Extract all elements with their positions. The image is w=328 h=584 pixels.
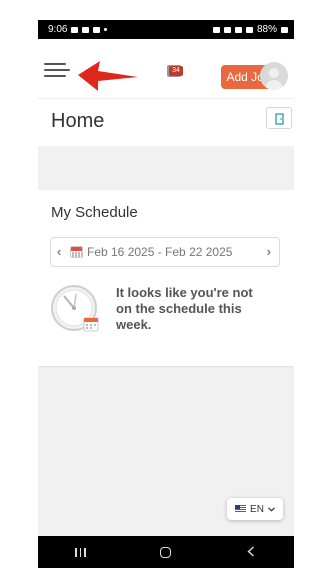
clock-calendar-icon — [51, 285, 99, 332]
phone-screen: 9:06 88% 34 Add Job Home My Schedule ‹ F… — [38, 20, 294, 568]
back-icon[interactable] — [236, 545, 266, 560]
notification-count-badge[interactable]: 34 — [169, 66, 183, 76]
user-avatar-icon[interactable] — [260, 62, 288, 90]
battery-percent: 88% — [256, 24, 277, 35]
week-range[interactable]: Feb 16 2025 - Feb 22 2025 — [87, 245, 232, 259]
status-left: 9:06 — [48, 24, 108, 35]
language-code: EN — [250, 503, 264, 515]
mute-icon — [223, 26, 231, 33]
empty-schedule-message: It looks like you're not on the schedule… — [116, 285, 253, 332]
red-arrow-annotation-icon — [78, 61, 138, 91]
battery-icon — [281, 26, 288, 33]
previous-week-button[interactable]: ‹ — [57, 244, 61, 259]
signal-icon — [245, 26, 253, 33]
recent-apps-icon[interactable] — [66, 547, 96, 557]
header-divider — [38, 98, 294, 99]
status-right: 88% — [212, 24, 288, 35]
page-title: Home — [51, 110, 105, 132]
home-icon — [160, 546, 172, 558]
wifi-icon — [234, 26, 242, 33]
page-header: Home — [38, 102, 294, 146]
chevron-down-icon — [268, 506, 275, 512]
more-notifications-icon — [104, 28, 108, 31]
exit-button[interactable] — [266, 107, 292, 129]
alarm-icon — [212, 26, 220, 33]
schedule-title: My Schedule — [51, 204, 138, 221]
exit-door-icon — [275, 113, 284, 125]
status-bar: 9:06 88% — [38, 20, 294, 39]
image-notification-icon — [71, 26, 79, 33]
status-time: 9:06 — [48, 24, 68, 35]
chat-notification-icon — [93, 26, 101, 33]
hamburger-menu-icon[interactable] — [44, 63, 70, 81]
my-schedule-card: My Schedule ‹ Feb 16 2025 - Feb 22 2025 … — [38, 190, 294, 366]
system-navigation-bar — [38, 536, 294, 568]
voicemail-notification-icon — [82, 26, 90, 33]
language-selector[interactable]: EN — [227, 498, 283, 520]
next-week-button[interactable]: › — [267, 244, 271, 259]
calendar-icon — [70, 246, 83, 258]
us-flag-icon — [235, 505, 247, 513]
home-button[interactable] — [151, 546, 181, 558]
week-selector: ‹ Feb 16 2025 - Feb 22 2025 › — [50, 237, 280, 267]
